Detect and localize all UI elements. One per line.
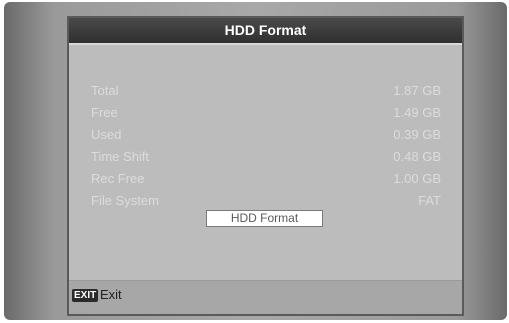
info-label: Used [91, 127, 122, 142]
exit-key-icon[interactable]: EXIT [72, 289, 99, 302]
info-label: Total [91, 83, 119, 98]
info-label: Time Shift [91, 149, 150, 164]
info-label: Rec Free [91, 171, 145, 186]
dialog-content: Total 1.87 GB Free 1.49 GB Used 0.39 GB … [69, 45, 462, 283]
info-label: File System [91, 193, 159, 208]
hdd-format-dialog: HDD Format Total 1.87 GB Free 1.49 GB Us… [67, 16, 464, 316]
info-value: 1.00 GB [393, 171, 441, 186]
dialog-title: HDD Format [224, 22, 307, 38]
hdd-format-button[interactable]: HDD Format [206, 210, 323, 227]
info-row-used: Used 0.39 GB [91, 127, 441, 147]
info-row-rec-free: Rec Free 1.00 GB [91, 171, 441, 191]
info-value: 0.39 GB [393, 127, 441, 142]
info-row-total: Total 1.87 GB [91, 83, 441, 103]
tv-screen: HDD Format Total 1.87 GB Free 1.49 GB Us… [4, 2, 507, 320]
info-value: 1.49 GB [393, 105, 441, 120]
exit-label: Exit [100, 287, 122, 302]
info-label: Free [91, 105, 118, 120]
info-row-free: Free 1.49 GB [91, 105, 441, 125]
dialog-footer: EXIT Exit [69, 280, 462, 314]
info-value: 0.48 GB [393, 149, 441, 164]
info-value: FAT [418, 193, 441, 208]
info-value: 1.87 GB [393, 83, 441, 98]
dialog-titlebar: HDD Format [69, 18, 462, 45]
info-row-time-shift: Time Shift 0.48 GB [91, 149, 441, 169]
